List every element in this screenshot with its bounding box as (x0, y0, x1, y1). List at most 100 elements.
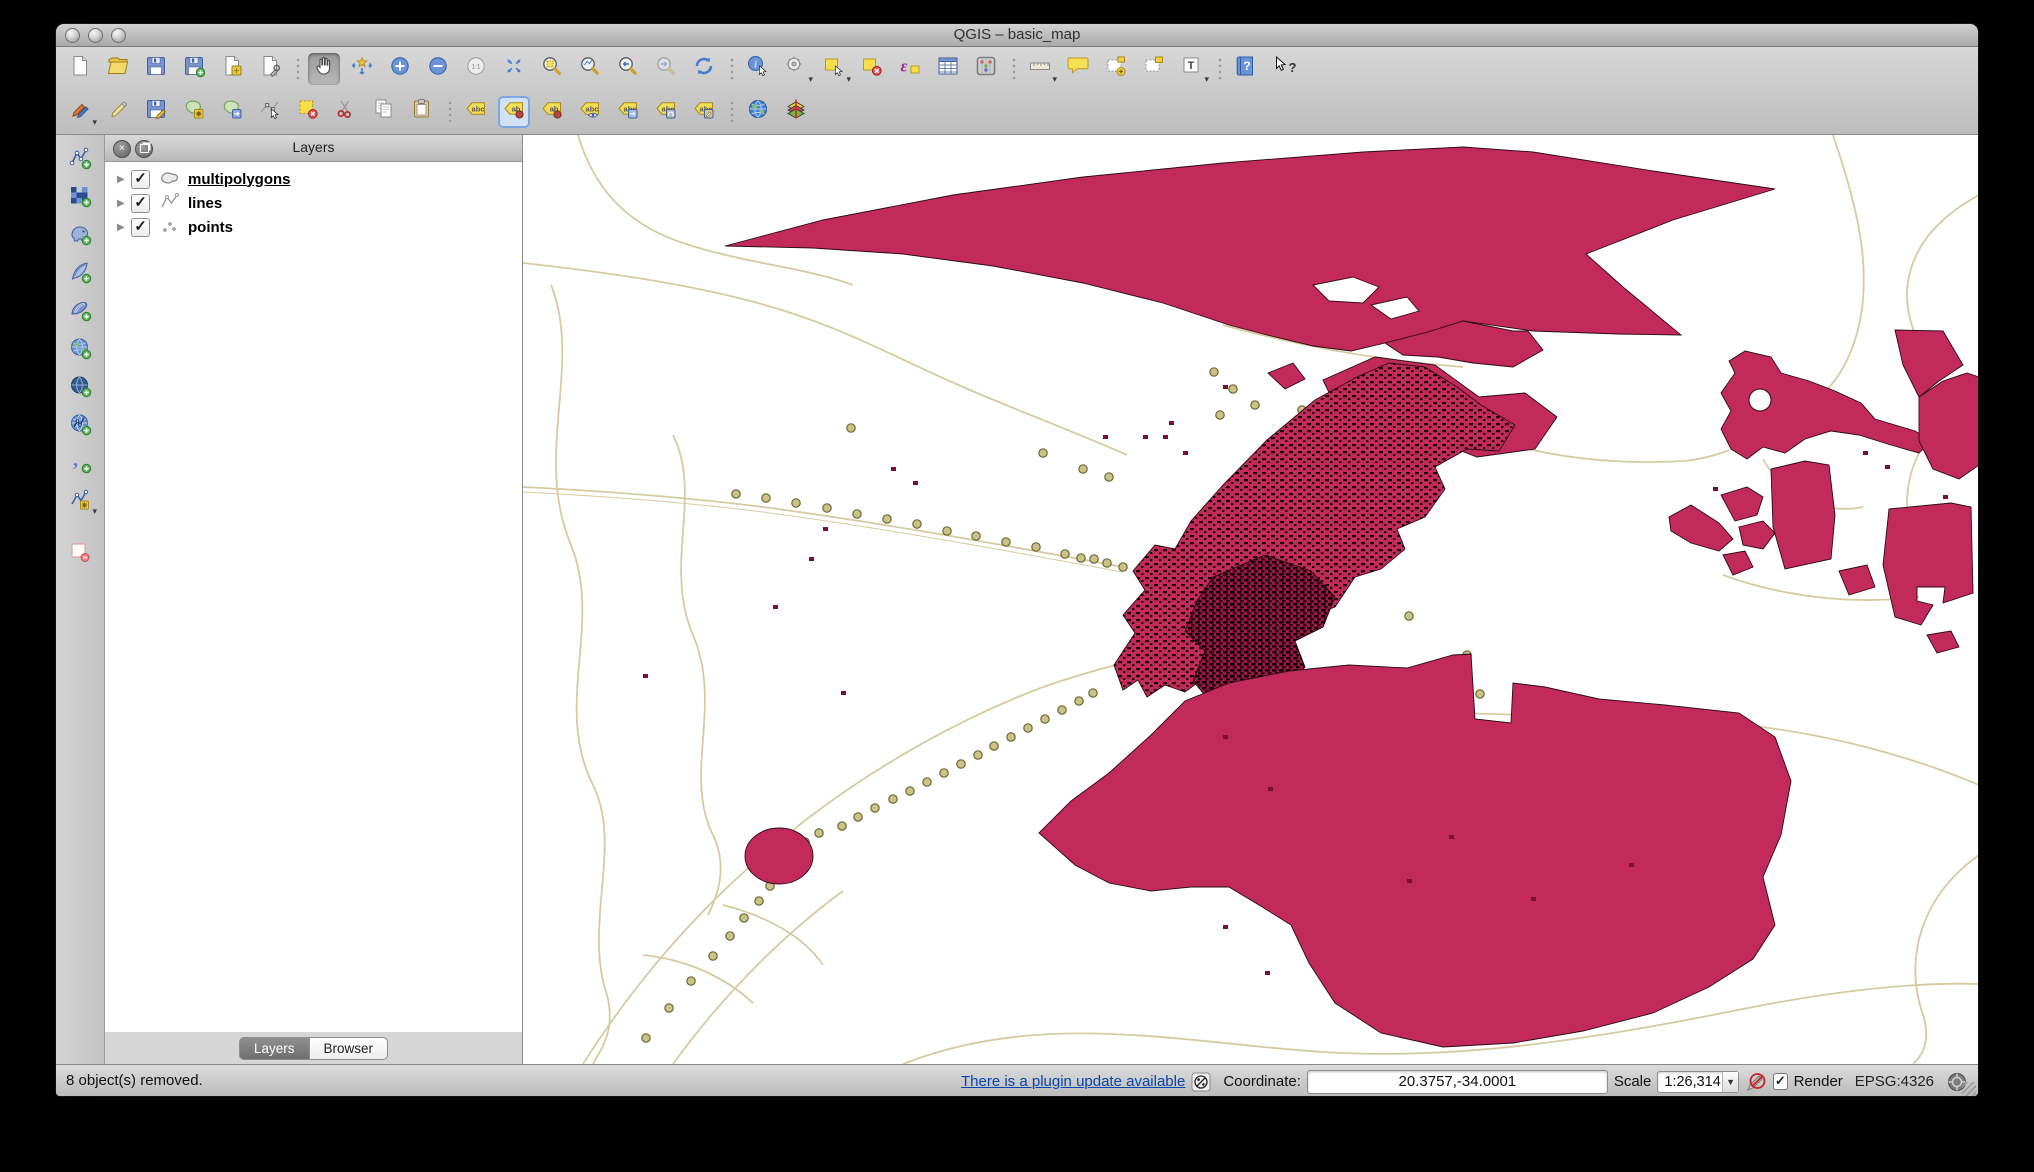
layer-visibility-checkbox[interactable]: ✓ (131, 218, 150, 237)
zoom-native-button[interactable]: 1:1 (460, 53, 492, 85)
select-expression-button[interactable]: ε (894, 53, 926, 85)
dropdown-arrow-icon[interactable]: ▾ (846, 75, 851, 84)
composer-manager-button[interactable] (254, 53, 286, 85)
layer-item-multipolygons[interactable]: ▶✓ multipolygons (105, 167, 522, 191)
add-wfs-button[interactable] (62, 409, 98, 443)
dropdown-arrow-icon[interactable]: ▾ (92, 506, 97, 517)
title-bar[interactable]: QGIS – basic_map (56, 24, 1978, 47)
resize-grip-icon[interactable] (1962, 1082, 1976, 1096)
add-feature-button[interactable] (178, 96, 210, 128)
add-delimited-button[interactable]: , (62, 447, 98, 481)
pin-labels-button[interactable]: ab (498, 96, 530, 128)
layer-stack-button[interactable] (780, 96, 812, 128)
tab-layers[interactable]: Layers (239, 1037, 309, 1060)
scale-combo[interactable]: 1:26,314 ▼ (1657, 1071, 1739, 1093)
layer-label[interactable]: lines (188, 195, 222, 212)
dropdown-arrow-icon[interactable]: ▾ (92, 118, 97, 127)
plugin-update-link[interactable]: There is a plugin update available (961, 1073, 1185, 1090)
pan-button[interactable] (308, 53, 340, 85)
measure-button[interactable]: ▾ (1024, 53, 1056, 85)
web-globe-button[interactable] (742, 96, 774, 128)
paste-features-button[interactable] (406, 96, 438, 128)
add-wms-button[interactable] (62, 333, 98, 367)
rotate-label-button[interactable]: abc (650, 96, 682, 128)
new-project-button[interactable] (64, 53, 96, 85)
layer-visibility-checkbox[interactable]: ✓ (131, 170, 150, 189)
help-button[interactable]: ? (1230, 53, 1262, 85)
pan-to-selection-button[interactable] (346, 53, 378, 85)
zoom-selection-button[interactable] (536, 53, 568, 85)
add-postgis-button[interactable] (62, 219, 98, 253)
new-shapefile-button[interactable]: ▾ (62, 485, 98, 519)
toggle-editing-button[interactable] (102, 96, 134, 128)
new-composer-button[interactable] (216, 53, 248, 85)
layer-label[interactable]: points (188, 219, 233, 236)
add-spatialite-button[interactable] (62, 257, 98, 291)
current-edits-icon (68, 97, 92, 126)
move-label-button[interactable]: abc (612, 96, 644, 128)
change-label-button[interactable]: abc (688, 96, 720, 128)
layers-panel: × Layers ▶✓multipolygons▶✓lines▶✓points … (105, 135, 523, 1064)
change-label-icon: abc (692, 97, 716, 126)
expand-arrow-icon[interactable]: ▶ (117, 198, 131, 209)
zoom-next-button[interactable] (650, 53, 682, 85)
zoom-in-button[interactable] (384, 53, 416, 85)
zoom-layer-button[interactable] (574, 53, 606, 85)
save-project-button[interactable] (140, 53, 172, 85)
copy-features-button[interactable] (368, 96, 400, 128)
identify-button[interactable]: i (742, 53, 774, 85)
plugin-status-icon[interactable] (1191, 1071, 1211, 1093)
add-wcs-button[interactable] (62, 371, 98, 405)
refresh-button[interactable] (688, 53, 720, 85)
deselect-features-button[interactable] (856, 53, 888, 85)
select-features-button[interactable]: ▾ (818, 53, 850, 85)
zoom-full-button[interactable] (498, 53, 530, 85)
add-raster-button[interactable] (62, 181, 98, 215)
add-vector-button[interactable] (62, 143, 98, 177)
new-bookmark-button[interactable] (1100, 53, 1132, 85)
map-canvas[interactable] (523, 135, 1978, 1064)
show-hide-labels-button[interactable]: abc (574, 96, 606, 128)
new-bookmark-icon (1104, 54, 1128, 83)
node-tool-button[interactable] (254, 96, 286, 128)
save-project-as-button[interactable] (178, 53, 210, 85)
save-edits-button[interactable] (140, 96, 172, 128)
dropdown-arrow-icon[interactable]: ▾ (1052, 75, 1057, 84)
scale-dropdown-icon[interactable]: ▼ (1722, 1072, 1738, 1092)
panel-close-button[interactable]: × (113, 140, 131, 158)
attribute-table-button[interactable] (932, 53, 964, 85)
expand-arrow-icon[interactable]: ▶ (117, 174, 131, 185)
whats-this-button[interactable]: ? (1268, 53, 1300, 85)
layer-item-lines[interactable]: ▶✓ lines (105, 191, 522, 215)
dropdown-arrow-icon[interactable]: ▾ (1204, 75, 1209, 84)
render-checkbox[interactable]: ✓ (1773, 1073, 1787, 1090)
open-project-button[interactable] (102, 53, 134, 85)
coordinate-input[interactable] (1307, 1070, 1608, 1094)
web-globe-icon (746, 97, 770, 126)
cut-features-button[interactable] (330, 96, 362, 128)
dropdown-arrow-icon[interactable]: ▾ (808, 75, 813, 84)
new-composer-icon (220, 54, 244, 83)
delete-selected-button[interactable] (292, 96, 324, 128)
remove-layer-button[interactable] (62, 537, 98, 571)
layer-visibility-checkbox[interactable]: ✓ (131, 194, 150, 213)
move-feature-button[interactable] (216, 96, 248, 128)
layer-label[interactable]: multipolygons (188, 171, 291, 188)
map-tips-button[interactable] (1062, 53, 1094, 85)
highlight-labels-button[interactable]: ab (536, 96, 568, 128)
feature-action-button[interactable]: ▾ (780, 53, 812, 85)
panel-float-button[interactable] (135, 140, 153, 158)
label-button[interactable]: abc (460, 96, 492, 128)
zoom-out-button[interactable] (422, 53, 454, 85)
render-suppress-icon[interactable] (1745, 1071, 1767, 1093)
layer-item-points[interactable]: ▶✓ points (105, 215, 522, 239)
tab-browser[interactable]: Browser (309, 1037, 389, 1060)
field-calculator-button[interactable] (970, 53, 1002, 85)
save-edits-icon (144, 97, 168, 126)
show-bookmarks-button[interactable] (1138, 53, 1170, 85)
expand-arrow-icon[interactable]: ▶ (117, 222, 131, 233)
current-edits-button[interactable]: ▾ (64, 96, 96, 128)
add-mssql-button[interactable] (62, 295, 98, 329)
text-annotation-button[interactable]: T▾ (1176, 53, 1208, 85)
zoom-last-button[interactable] (612, 53, 644, 85)
